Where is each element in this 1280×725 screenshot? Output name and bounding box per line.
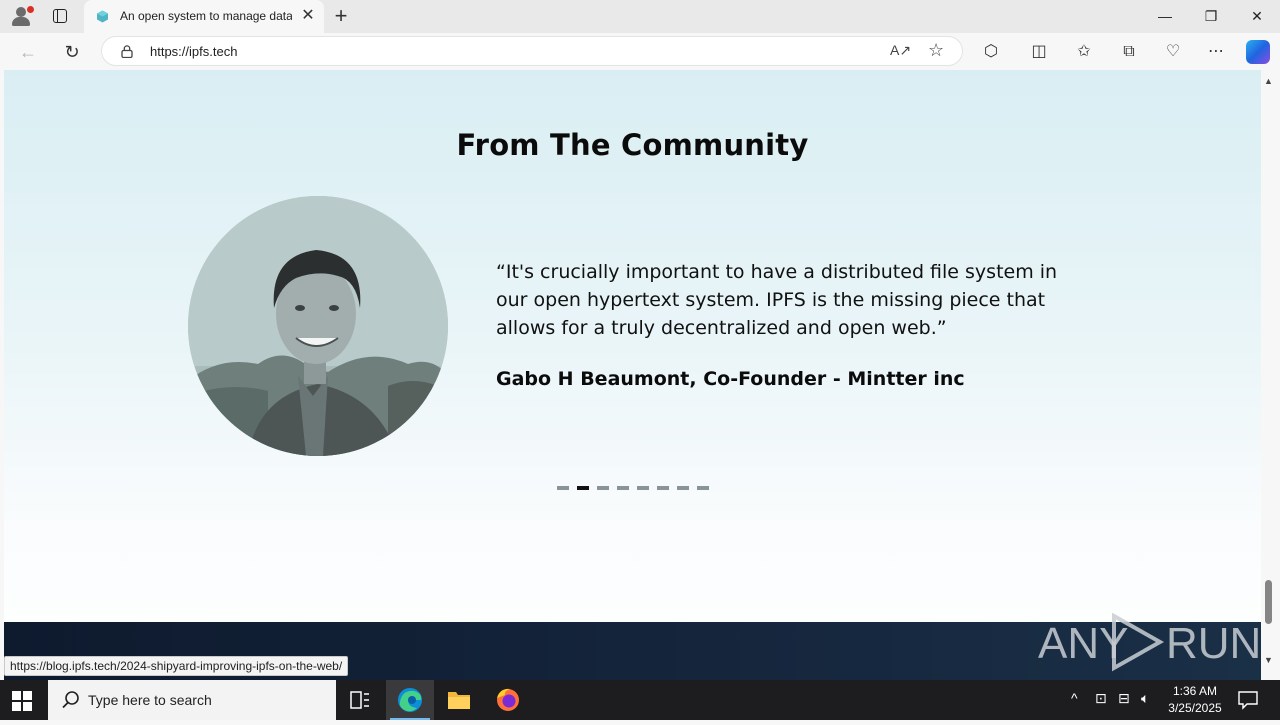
clock-date: 3/25/2025 xyxy=(1168,701,1222,715)
task-view-icon[interactable] xyxy=(336,680,384,720)
taskbar-clock[interactable]: 1:36 AM 3/25/2025 xyxy=(1160,683,1230,717)
search-placeholder: Type here to search xyxy=(88,692,212,708)
carousel-dot[interactable] xyxy=(557,486,569,490)
file-explorer-icon[interactable] xyxy=(435,680,483,720)
split-screen-icon[interactable]: ◫ xyxy=(1026,39,1052,65)
address-bar[interactable]: https://ipfs.tech A↗ ☆ xyxy=(101,36,963,66)
read-aloud-icon[interactable]: A↗ xyxy=(890,42,911,59)
testimonial-author: Gabo H Beaumont, Co-Founder - Mintter in… xyxy=(496,368,965,390)
firefox-icon[interactable] xyxy=(484,680,532,720)
back-button[interactable]: ← xyxy=(15,39,41,65)
url-text: https://ipfs.tech xyxy=(150,44,238,59)
svg-text:RUN: RUN xyxy=(1166,619,1258,668)
testimonial-photo xyxy=(188,196,448,456)
windows-start-icon[interactable] xyxy=(12,691,32,711)
carousel-dot[interactable] xyxy=(657,486,669,490)
tab-title: An open system to manage data without a … xyxy=(120,9,292,23)
restore-button[interactable]: ❐ xyxy=(1188,0,1234,33)
carousel-pagination xyxy=(557,486,709,490)
refresh-button[interactable]: ↻ xyxy=(59,39,85,65)
close-window-button[interactable]: ✕ xyxy=(1234,0,1280,33)
settings-more-icon[interactable]: ⋯ xyxy=(1203,39,1229,65)
new-tab-button[interactable]: + xyxy=(330,4,352,28)
taskbar-search-box[interactable]: Type here to search xyxy=(48,680,336,720)
tab-close-icon[interactable]: ✕ xyxy=(298,6,318,26)
anyrun-watermark-logo: ANY RUN xyxy=(1038,612,1258,672)
carousel-dot[interactable] xyxy=(677,486,689,490)
edge-taskbar-icon[interactable] xyxy=(386,680,434,720)
tab-actions-icon[interactable] xyxy=(50,7,70,25)
scroll-thumb[interactable] xyxy=(1265,580,1272,624)
favorite-star-icon[interactable]: ☆ xyxy=(928,40,944,61)
search-icon xyxy=(62,691,79,709)
ipfs-favicon-icon xyxy=(97,10,108,23)
network-icon[interactable]: ⊟ xyxy=(1118,690,1130,707)
browser-essentials-icon[interactable]: ♡ xyxy=(1160,39,1186,65)
notifications-icon[interactable] xyxy=(1232,680,1280,720)
copilot-icon[interactable] xyxy=(1246,40,1270,64)
title-bar: An open system to manage data without a … xyxy=(0,0,1280,33)
collections-icon[interactable]: ⧉ xyxy=(1116,39,1142,65)
browser-toolbar: ← ↻ https://ipfs.tech A↗ ☆ ⬡ ◫ ✩ ⧉ ♡ ⋯ xyxy=(0,33,1280,70)
page-scrollbar[interactable]: ▲ ▼ xyxy=(1261,70,1276,680)
lock-icon xyxy=(121,45,133,58)
carousel-dot[interactable] xyxy=(617,486,629,490)
browser-tab[interactable]: An open system to manage data without a … xyxy=(84,0,324,33)
windows-taskbar: Type here to search ^ ⊡ ⊟ 🔈︎ 1:36 AM 3/2… xyxy=(0,680,1280,720)
section-heading: From The Community xyxy=(456,128,809,162)
page-viewport: From The Community “It's crucially impor… xyxy=(4,70,1261,680)
extensions-icon[interactable]: ⬡ xyxy=(978,39,1004,65)
scroll-down-arrow-icon[interactable]: ▼ xyxy=(1264,655,1273,665)
clock-time: 1:36 AM xyxy=(1172,684,1218,698)
carousel-dot-active[interactable] xyxy=(577,486,589,490)
meet-now-icon[interactable]: ⊡ xyxy=(1095,690,1107,707)
volume-icon[interactable]: 🔈︎ xyxy=(1141,690,1149,707)
testimonial-quote: “It's crucially important to have a dist… xyxy=(496,261,1058,339)
scroll-up-arrow-icon[interactable]: ▲ xyxy=(1264,76,1273,86)
carousel-dot[interactable] xyxy=(597,486,609,490)
status-bar-url: https://blog.ipfs.tech/2024-shipyard-imp… xyxy=(4,656,349,676)
carousel-dot[interactable] xyxy=(637,486,649,490)
show-hidden-icons-icon[interactable]: ^ xyxy=(1071,690,1078,706)
profile-icon[interactable] xyxy=(8,4,36,28)
favorites-icon[interactable]: ✩ xyxy=(1071,39,1097,65)
carousel-dot[interactable] xyxy=(697,486,709,490)
minimize-button[interactable]: — xyxy=(1142,0,1188,33)
